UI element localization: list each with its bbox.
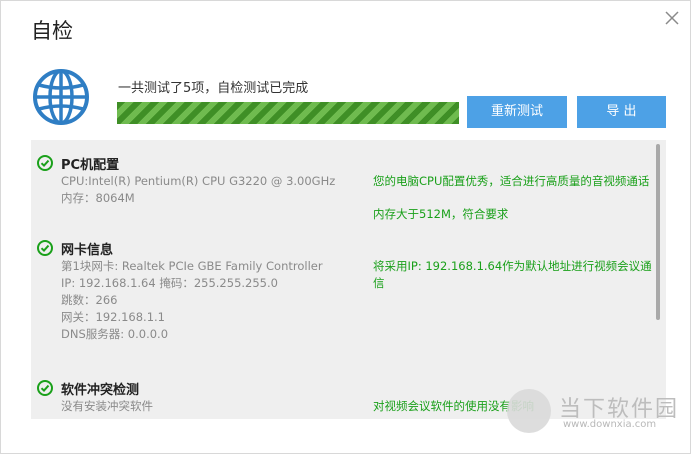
retest-button[interactable]: 重新测试 — [467, 96, 567, 128]
progress-bar — [117, 102, 459, 124]
check-icon — [37, 155, 53, 171]
result-line: 您的电脑CPU配置优秀，适合进行高质量的音视频通话 — [373, 174, 650, 188]
section-title: 网卡信息 — [61, 243, 114, 258]
test-summary: 一共测试了5项，自检测试已完成 — [118, 81, 309, 96]
self-check-dialog: 自检 一共测试了5项，自检测试已完成 重新测试 导 出 PC机配置 CPU:In… — [0, 0, 691, 454]
result-line: 将采用IP: 192.168.1.64作为默认地址进行视频会议通信 — [373, 259, 652, 290]
detail-line: CPU:Intel(R) Pentium(R) CPU G3220 @ 3.00… — [61, 174, 336, 188]
export-button[interactable]: 导 出 — [577, 96, 666, 128]
close-button[interactable] — [661, 7, 683, 29]
globe-icon — [31, 67, 91, 127]
detail-line: 第1块网卡: Realtek PCIe GBE Family Controlle… — [61, 259, 323, 273]
dialog-title: 自检 — [31, 19, 73, 43]
detail-line: 没有安装冲突软件 — [61, 399, 153, 413]
check-icon — [37, 240, 53, 256]
result-line: 内存大于512M，符合要求 — [373, 207, 509, 221]
detail-line: 跳数：266 — [61, 293, 118, 307]
results-panel[interactable]: PC机配置 CPU:Intel(R) Pentium(R) CPU G3220 … — [31, 140, 666, 419]
scrollbar[interactable] — [656, 144, 660, 320]
close-icon — [665, 11, 679, 25]
section-title: 软件冲突检测 — [61, 383, 140, 398]
progress-fill — [117, 102, 459, 124]
detail-line: IP: 192.168.1.64 掩码：255.255.255.0 — [61, 276, 278, 290]
result-line: 对视频会议软件的使用没有影响 — [373, 399, 534, 413]
section-title: PC机配置 — [61, 158, 120, 173]
detail-line: 内存：8064M — [61, 191, 135, 205]
detail-line: 网关：192.168.1.1 — [61, 310, 165, 324]
check-icon — [37, 380, 53, 396]
watermark-url: www.downxia.com — [563, 419, 657, 430]
detail-line: DNS服务器: 0.0.0.0 — [61, 327, 169, 341]
